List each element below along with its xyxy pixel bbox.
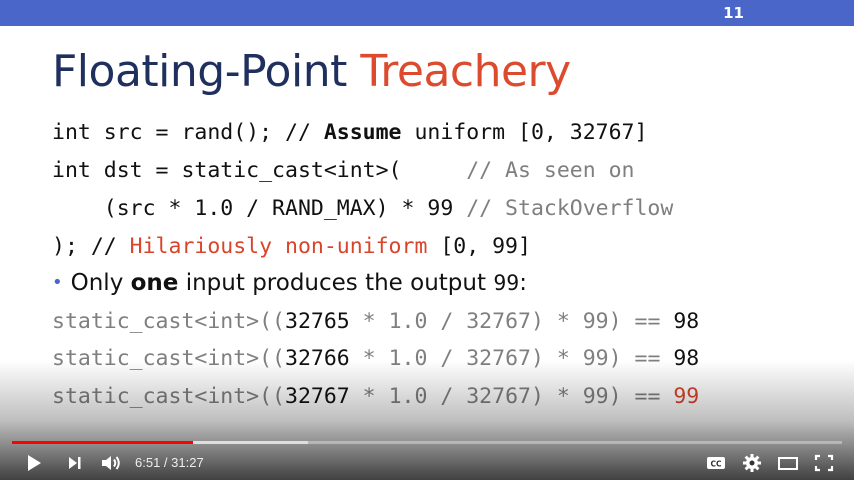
slide-title-accent: Treachery xyxy=(360,46,571,97)
bullet-value: 99 xyxy=(493,271,520,296)
time-separator: / xyxy=(160,455,172,470)
code-line-2: int dst = static_cast<int>( // As seen o… xyxy=(52,158,635,184)
theater-mode-button[interactable] xyxy=(776,452,800,474)
code-comment: // As seen on xyxy=(466,158,635,183)
code-highlight: Hilariously non-uniform xyxy=(129,234,428,259)
settings-icon xyxy=(743,454,761,472)
example-line-3: static_cast<int>((32767 * 1.0 / 32767) *… xyxy=(52,384,699,410)
slide-title: Floating-Point Treachery xyxy=(52,46,571,97)
bullet-dot-icon: • xyxy=(52,272,63,293)
example-prefix: static_cast<int>(( xyxy=(52,346,285,371)
code-line-1: int src = rand(); // Assume uniform [0, … xyxy=(52,120,647,146)
code-text: ); // xyxy=(52,234,130,259)
progress-bar[interactable] xyxy=(12,441,842,444)
example-result: 98 xyxy=(673,346,700,371)
progress-played xyxy=(12,441,193,444)
code-text: (src * 1.0 / RAND_MAX) * 99 xyxy=(52,196,467,221)
bullet-text: input produces the output xyxy=(178,270,494,296)
example-expr: * 1.0 / 32767) * 99) == xyxy=(349,346,674,371)
next-icon xyxy=(69,457,81,469)
example-input: 32765 xyxy=(285,309,350,334)
example-prefix: static_cast<int>(( xyxy=(52,384,285,409)
volume-button[interactable] xyxy=(100,452,124,474)
captions-icon: CC xyxy=(707,457,725,469)
code-comment: // StackOverflow xyxy=(466,196,674,221)
volume-icon xyxy=(102,456,120,470)
example-line-2: static_cast<int>((32766 * 1.0 / 32767) *… xyxy=(52,346,699,372)
time-display: 6:51 / 31:27 xyxy=(135,455,204,470)
settings-button[interactable] xyxy=(741,452,763,474)
bullet-point: • Only one input produces the output 99: xyxy=(52,270,527,296)
example-input: 32767 xyxy=(285,384,350,409)
code-bold-word: Assume xyxy=(323,120,402,145)
bullet-text: Only xyxy=(70,270,131,296)
example-expr: * 1.0 / 32767) * 99) == xyxy=(349,384,674,409)
captions-button[interactable]: CC xyxy=(705,452,727,474)
code-text: [0, 99] xyxy=(427,234,531,259)
fullscreen-icon xyxy=(814,454,834,472)
play-button[interactable] xyxy=(24,452,44,474)
bullet-text: : xyxy=(519,270,527,296)
theater-icon xyxy=(778,457,798,470)
example-prefix: static_cast<int>(( xyxy=(52,309,285,334)
code-text: int src = rand(); // xyxy=(52,120,324,145)
example-result: 98 xyxy=(673,309,700,334)
slide-title-main: Floating-Point xyxy=(52,46,347,97)
fullscreen-button[interactable] xyxy=(813,452,835,474)
slide-header-bar: 11 xyxy=(0,0,854,26)
duration: 31:27 xyxy=(171,455,204,470)
example-input: 32766 xyxy=(285,346,350,371)
code-line-4: ); // Hilariously non-uniform [0, 99] xyxy=(52,234,531,260)
play-icon xyxy=(28,455,41,471)
example-line-1: static_cast<int>((32765 * 1.0 / 32767) *… xyxy=(52,309,699,335)
bullet-bold: one xyxy=(130,270,179,296)
svg-text:CC: CC xyxy=(710,460,722,469)
current-time: 6:51 xyxy=(135,455,161,470)
code-line-3: (src * 1.0 / RAND_MAX) * 99 // StackOver… xyxy=(52,196,674,222)
code-text: uniform [0, 32767] xyxy=(401,120,648,145)
slide-number: 11 xyxy=(723,4,744,22)
code-text: int dst = static_cast<int>( xyxy=(52,158,467,183)
example-result-highlight: 99 xyxy=(673,384,700,409)
example-expr: * 1.0 / 32767) * 99) == xyxy=(349,309,674,334)
next-button[interactable] xyxy=(66,452,84,474)
